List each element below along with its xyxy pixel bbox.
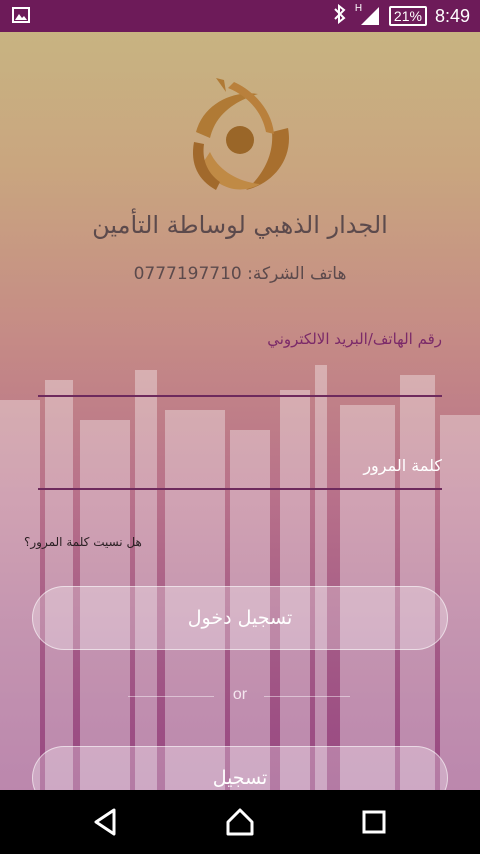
battery-icon: 21% [388,6,427,26]
battery-level: 21% [393,8,422,24]
signal-icon: H [355,3,381,27]
phone-email-underline [38,395,442,397]
bluetooth-icon [333,3,347,28]
login-screen: H 21% 8:49 الجدار الذهبي لوساطة التأمين … [0,0,480,854]
login-button[interactable]: تسجيل دخول [32,586,448,650]
navigation-bar [0,790,480,854]
or-text: or [232,686,248,703]
clock: 8:49 [434,5,470,26]
city-background [0,365,480,790]
image-notification-icon [12,6,30,28]
or-divider: or [0,686,480,708]
company-name: الجدار الذهبي لوساطة التأمين [92,211,388,239]
password-input[interactable] [38,450,442,480]
home-icon[interactable] [224,806,256,838]
back-icon[interactable] [90,806,122,838]
phone-email-input[interactable] [38,355,446,393]
divider-line-right [264,696,350,697]
password-underline [38,488,442,490]
status-bar: H 21% 8:49 [0,0,480,32]
company-logo [192,78,289,190]
company-phone: هاتف الشركة: 0777197710 [133,264,347,284]
recents-icon[interactable] [358,806,390,838]
phone-email-label: رقم الهاتف/البريد الالكتروني [267,330,442,348]
forgot-password-link[interactable]: هل نسيت كلمة المرور؟ [24,535,142,549]
